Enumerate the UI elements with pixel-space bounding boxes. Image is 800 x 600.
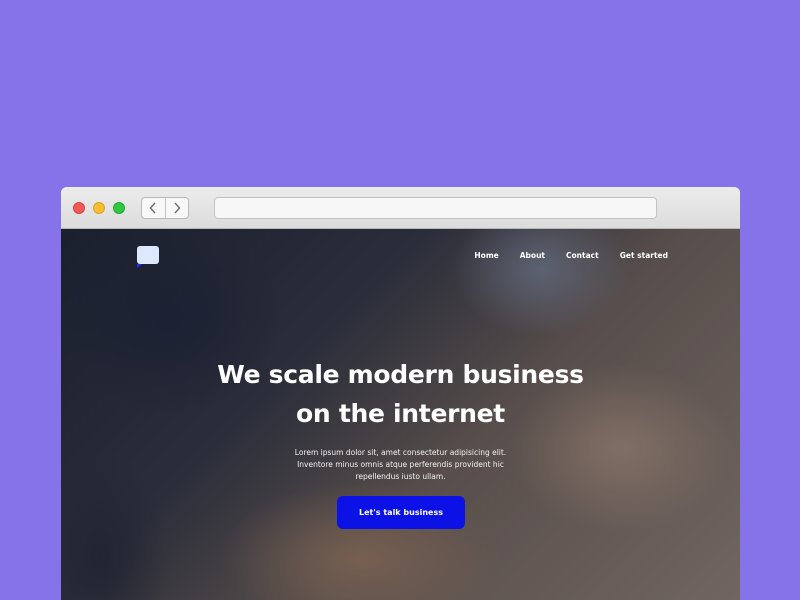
history-nav-group <box>141 197 189 219</box>
site-navigation: Home About Contact Get started <box>474 251 668 260</box>
nav-contact-link[interactable]: Contact <box>566 251 599 260</box>
nav-get-started-link[interactable]: Get started <box>620 251 668 260</box>
hero-title-line-2: on the internet <box>296 399 505 428</box>
traffic-light-zoom-icon[interactable] <box>113 202 125 214</box>
nav-home-link[interactable]: Home <box>474 251 498 260</box>
lets-talk-business-button[interactable]: Let's talk business <box>337 496 465 529</box>
traffic-light-minimize-icon[interactable] <box>93 202 105 214</box>
speech-bubble-logo-icon[interactable] <box>137 246 159 268</box>
chevron-right-icon <box>174 202 181 214</box>
browser-window: Home About Contact Get started We scale … <box>61 187 740 600</box>
website-viewport: Home About Contact Get started We scale … <box>61 229 740 600</box>
hero-title-line-1: We scale modern business <box>217 360 584 389</box>
nav-about-link[interactable]: About <box>520 251 545 260</box>
hero-title: We scale modern business on the internet <box>61 355 740 433</box>
hero-subtitle: Lorem ipsum dolor sit, amet consectetur … <box>294 448 507 481</box>
forward-button[interactable] <box>164 198 189 218</box>
back-button[interactable] <box>142 198 165 218</box>
browser-toolbar <box>61 187 740 229</box>
chevron-left-icon <box>149 202 156 214</box>
traffic-light-close-icon[interactable] <box>73 202 85 214</box>
address-bar[interactable] <box>214 197 657 219</box>
